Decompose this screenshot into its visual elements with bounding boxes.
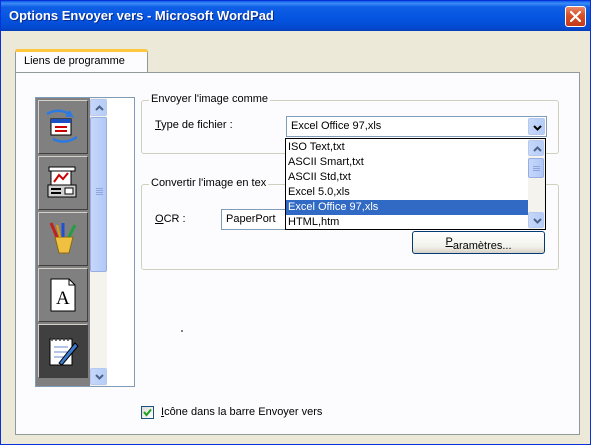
- program-icon-strip: A: [36, 98, 90, 386]
- ocr-value: PaperPort: [226, 213, 276, 225]
- program-item-text[interactable]: A: [38, 268, 88, 322]
- program-list-scrollbar[interactable]: [90, 98, 107, 386]
- file-type-label: Type de fichier :: [155, 119, 233, 131]
- svg-text:A: A: [56, 288, 70, 309]
- window-title: Options Envoyer vers - Microsoft WordPad: [9, 8, 274, 23]
- scroll-down-button[interactable]: [90, 368, 107, 385]
- file-type-option[interactable]: ASCII Smart,txt: [286, 155, 528, 170]
- scroll-up-button[interactable]: [90, 99, 107, 116]
- ocr-select[interactable]: PaperPort: [221, 209, 287, 230]
- separator-dot: [181, 330, 183, 332]
- close-icon: [570, 11, 581, 22]
- program-item-fax[interactable]: [38, 156, 88, 210]
- file-type-option[interactable]: Excel Office 97,xls: [286, 200, 528, 215]
- tab-label: Liens de programme: [24, 55, 125, 67]
- convert-legend: Convertir l'image en tex: [149, 177, 269, 189]
- sendto-bar-label: Icône dans la barre Envoyer vers: [161, 406, 323, 418]
- tab-panel: A Envoyer l'image comme Type de fichier …: [15, 72, 580, 435]
- close-button[interactable]: [565, 6, 586, 27]
- wordpad-notepad-icon: [49, 336, 79, 366]
- program-item-paint[interactable]: [38, 212, 88, 266]
- ocr-label: OCR :: [155, 213, 186, 225]
- tab-program-links[interactable]: Liens de programme: [15, 49, 148, 73]
- chevron-up-icon: [533, 146, 542, 152]
- dropdown-scroll-thumb[interactable]: [528, 158, 544, 178]
- fax-icon: [47, 166, 77, 198]
- chevron-down-icon: [533, 218, 542, 224]
- file-type-option[interactable]: Excel 5.0,xls: [286, 185, 528, 200]
- file-type-dropdown-button[interactable]: [528, 118, 545, 135]
- file-type-value: Excel Office 97,xls: [291, 120, 382, 132]
- scroll-thumb[interactable]: [90, 117, 107, 272]
- chevron-down-icon: [533, 125, 542, 131]
- sendto-bar-checkbox[interactable]: [141, 406, 154, 419]
- options-dialog: Options Envoyer vers - Microsoft WordPad…: [0, 0, 591, 445]
- text-document-icon: A: [50, 278, 76, 312]
- file-type-dropdown-list[interactable]: ISO Text,txt ASCII Smart,txt ASCII Std,txt…: [285, 138, 546, 230]
- file-type-option[interactable]: ASCII Std,txt: [286, 170, 528, 185]
- program-item-send-to[interactable]: [38, 100, 88, 154]
- chevron-up-icon: [95, 105, 104, 111]
- program-item-wordpad[interactable]: [38, 324, 88, 378]
- paint-brushes-icon: [49, 222, 77, 254]
- dropdown-scrollbar[interactable]: [528, 139, 545, 229]
- program-list: A: [35, 97, 135, 387]
- file-type-option[interactable]: HTML,htm: [286, 215, 528, 229]
- dropdown-scroll-up-button[interactable]: [528, 140, 544, 156]
- dropdown-scroll-down-button[interactable]: [528, 212, 544, 228]
- parameters-button[interactable]: Paramètres...: [412, 231, 545, 254]
- file-type-option[interactable]: ISO Text,txt: [286, 140, 528, 155]
- chevron-down-icon: [95, 374, 104, 380]
- title-bar[interactable]: Options Envoyer vers - Microsoft WordPad: [1, 1, 590, 31]
- checkmark-icon: [143, 408, 152, 417]
- send-to-program-icon: [46, 109, 78, 143]
- send-as-legend: Envoyer l'image comme: [149, 93, 271, 105]
- parameters-button-label: Paramètres...: [445, 236, 512, 252]
- file-type-select[interactable]: Excel Office 97,xls: [286, 116, 547, 137]
